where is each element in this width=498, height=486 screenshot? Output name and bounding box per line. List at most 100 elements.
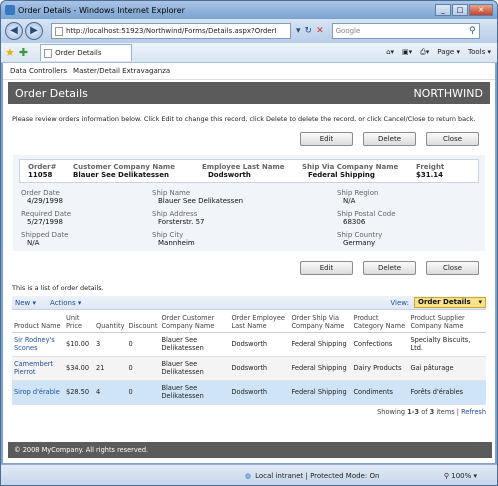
summary-label: Order# [28,163,57,171]
pager-text: Showing [377,407,408,416]
back-icon[interactable]: ◀ [5,22,23,40]
new-menu[interactable]: New ▾ [15,299,36,307]
column-header[interactable]: Order Employee Last Name [229,310,290,333]
page-menu[interactable]: Page ▾ [437,48,460,57]
cell-product[interactable]: Sirop d'érable [12,380,64,405]
cell: Federal Shipping [289,356,352,381]
product-link[interactable]: Sir Rodney's Scones [14,336,55,352]
field-value: Blauer See Delikatessen [158,197,244,205]
page-description: Please review orders information below. … [12,115,476,123]
cell-product[interactable]: Camembert Pierrot [12,356,64,381]
address-actions: ▾ ↻ ✕ [296,26,324,36]
summary-value: $31.14 [416,171,444,179]
address-text: http://localhost:51923/Northwind/Forms/D… [66,27,277,35]
column-header[interactable]: Product Supplier Company Name [408,310,486,333]
field-ship-name: Ship Name Blauer See Delikatessen [152,189,337,205]
table-row[interactable]: Sir Rodney's Scones $10.00 3 0 Blauer Se… [12,332,486,357]
column-header[interactable]: Order Ship Via Company Name [289,310,352,333]
tools-menu[interactable]: Tools ▾ [468,48,491,57]
status-bar: ◍ Local intranet | Protected Mode: On ⚲ … [1,464,497,485]
field-ship-country: Ship Country Germany [337,231,477,247]
actions-menu-label: Actions [50,298,76,307]
edit-button[interactable]: Edit [300,261,353,275]
summary-customer: Customer Company Name Blauer See Delikat… [73,163,202,179]
column-header[interactable]: Quantity [94,310,127,333]
column-header[interactable]: Unit Price [64,310,94,333]
search-box[interactable]: Google ⚲ [331,23,480,39]
menu-item-master-detail[interactable]: Master/Detail Extravaganza [73,67,170,75]
command-bar: ⌂▾ ▣▾ ⎙▾ Page ▾ Tools ▾ [386,48,491,57]
field-label: Ship Region [337,189,379,197]
actions-menu[interactable]: Actions ▾ [50,299,81,307]
ie-logo-icon [5,5,15,15]
view-label: View: [390,298,409,307]
favorites-star-icon[interactable]: ★ [5,46,15,59]
field-value: 5/27/1998 [27,218,63,226]
summary-employee: Employee Last Name Dodsworth [202,163,302,179]
cell: 0 [126,332,160,357]
cell: Gai pâturage [408,356,486,381]
pager-range: 1-3 [407,407,420,416]
brand-name: NORTHWIND [413,86,483,100]
stop-icon[interactable]: ✕ [316,26,324,36]
close-button[interactable]: Close [426,261,479,275]
column-header[interactable]: Discount [126,310,160,333]
minimize-button[interactable]: _ [435,4,451,16]
summary-value: 11058 [28,171,53,179]
refresh-icon[interactable]: ↻ [305,26,313,36]
browser-window: Order Details - Windows Internet Explore… [0,0,498,486]
close-button[interactable]: Close [426,132,479,146]
summary-shipvia: Ship Via Company Name Federal Shipping [302,163,416,179]
product-link[interactable]: Camembert Pierrot [14,360,53,376]
window-title: Order Details - Windows Internet Explore… [18,5,185,15]
view-selector: View: Order Details ▾ [390,297,486,308]
table-row-selected[interactable]: Sirop d'érable $28.50 4 0 Blauer See Del… [12,380,486,405]
field-value: Germany [343,239,376,247]
zone-text: Local intranet | Protected Mode: On [255,472,380,480]
cell-product[interactable]: Sir Rodney's Scones [12,332,64,357]
delete-button[interactable]: Delete [363,132,416,146]
edit-button[interactable]: Edit [300,132,353,146]
feeds-icon[interactable]: ▣▾ [402,48,412,57]
page-footer: © 2008 MyCompany. All rights reserved. [8,442,492,458]
browser-tab[interactable]: Order Details [40,44,133,61]
forward-icon[interactable]: ▶ [25,22,43,40]
summary-value: Federal Shipping [308,171,375,179]
product-link[interactable]: Sirop d'érable [14,388,60,396]
address-bar[interactable]: http://localhost:51923/Northwind/Forms/D… [51,23,291,39]
dropdown-icon[interactable]: ▾ [296,26,301,36]
grid-pager: Showing 1-3 of 3 items | Refresh [12,408,486,416]
summary-label: Ship Via Company Name [302,163,399,171]
page-header: Order Details NORTHWIND [8,82,490,104]
field-value: 4/29/1998 [27,197,63,205]
maximize-button[interactable]: □ [452,4,468,16]
column-header[interactable]: Order Customer Company Name [159,310,230,333]
add-favorites-icon[interactable]: ✚ [19,46,28,59]
cell: $10.00 [64,332,94,357]
bottom-button-row: Edit Delete Close [3,261,479,275]
title-bar: Order Details - Windows Internet Explore… [1,1,497,19]
field-label: Ship Address [152,210,198,218]
search-icon[interactable]: ⚲ [469,26,476,36]
pager-text: items | [434,407,462,416]
table-row[interactable]: Camembert Pierrot $34.00 21 0 Blauer See… [12,356,486,381]
zoom-control[interactable]: ⚲ 100% ▾ [444,472,477,480]
security-zone[interactable]: ◍ Local intranet | Protected Mode: On [245,472,379,480]
zoom-value: 100% [451,472,472,480]
cell: Confections [351,332,409,357]
order-summary: Order# 11058 Customer Company Name Blaue… [19,159,479,183]
home-icon[interactable]: ⌂▾ [386,48,394,57]
menu-item-data-controllers[interactable]: Data Controllers [10,67,67,75]
site-menu: Data Controllers Master/Detail Extravaga… [3,63,495,80]
print-icon[interactable]: ⎙▾ [420,48,429,57]
refresh-link[interactable]: Refresh [461,408,486,416]
close-window-button[interactable]: ✕ [469,4,493,16]
delete-button[interactable]: Delete [363,261,416,275]
column-header[interactable]: Product Name [12,310,64,333]
cell: Dodsworth [229,356,290,381]
cell: 0 [126,356,160,381]
column-header[interactable]: Product Category Name [351,310,409,333]
field-required-date: Required Date 5/27/1998 [21,210,152,226]
page-icon [55,26,63,36]
view-dropdown[interactable]: Order Details ▾ [414,297,486,308]
